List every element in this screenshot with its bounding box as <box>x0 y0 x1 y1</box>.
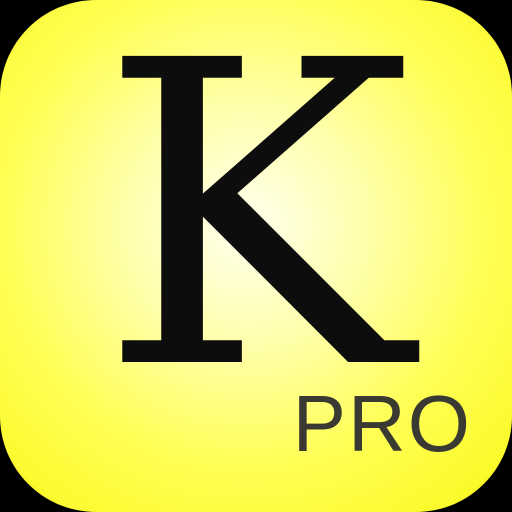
app-icon[interactable]: K PRO <box>0 0 512 512</box>
app-icon-letter: K <box>99 0 413 462</box>
pro-badge-label: PRO <box>292 379 472 468</box>
